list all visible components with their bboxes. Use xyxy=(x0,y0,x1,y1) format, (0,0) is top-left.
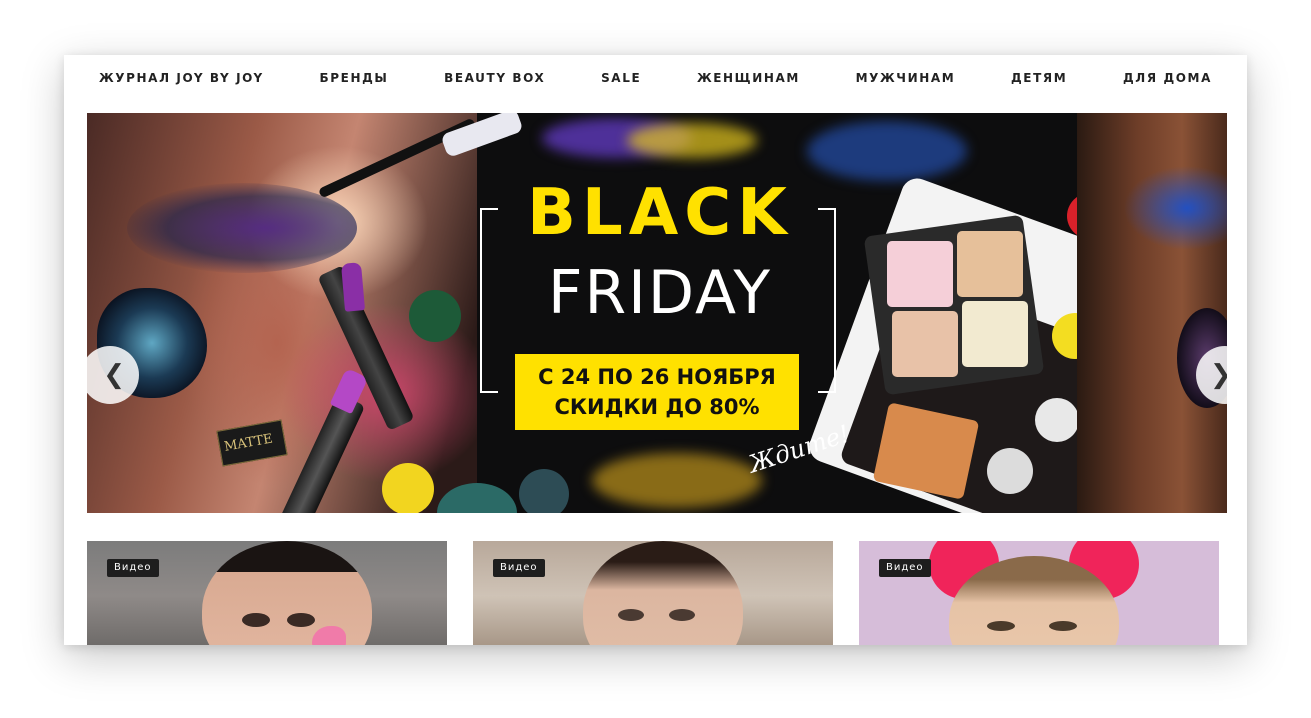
promo-discount-line: СКИДКИ ДО 80% xyxy=(554,395,760,419)
eye-decoration xyxy=(287,613,315,627)
nav-item-kids[interactable]: ДЕТЯМ xyxy=(1011,71,1067,85)
main-nav: ЖУРНАЛ JOY BY JOY БРЕНДЫ BEAUTY BOX SALE… xyxy=(64,55,1247,101)
chevron-left-icon: ❮ xyxy=(103,360,125,390)
video-card[interactable]: Видео xyxy=(859,541,1219,645)
chevron-right-icon: ❯ xyxy=(1210,360,1227,390)
nav-item-brands[interactable]: БРЕНДЫ xyxy=(320,71,389,85)
eye-decoration xyxy=(987,621,1015,631)
video-badge: Видео xyxy=(107,559,159,577)
video-cards-row: Видео Видео Видео xyxy=(87,541,1227,645)
promo-title-friday: FRIDAY xyxy=(547,258,773,328)
powder-splash xyxy=(627,123,757,158)
video-thumbnail-image xyxy=(202,541,372,645)
nav-item-men[interactable]: МУЖЧИНАМ xyxy=(856,71,956,85)
video-card[interactable]: Видео xyxy=(473,541,833,645)
palette-pan xyxy=(957,231,1023,297)
eye-decoration xyxy=(618,609,644,621)
page-frame: ЖУРНАЛ JOY BY JOY БРЕНДЫ BEAUTY BOX SALE… xyxy=(64,55,1247,645)
video-thumbnail-image xyxy=(583,541,743,645)
nav-item-home[interactable]: ДЛЯ ДОМА xyxy=(1123,71,1212,85)
hero-banner[interactable]: MATTE BLACK FRIDAY С 24 ПО 26 НОЯБРЯ СКИ… xyxy=(87,113,1227,513)
promo-title-black: BLACK xyxy=(527,176,793,250)
palette-pan xyxy=(892,311,958,377)
eyeshadow-puck xyxy=(1035,398,1079,442)
eye-decoration xyxy=(242,613,270,627)
nav-item-sale[interactable]: SALE xyxy=(601,71,641,85)
promo-date-box: С 24 ПО 26 НОЯБРЯ СКИДКИ ДО 80% xyxy=(515,354,799,430)
nav-item-journal[interactable]: ЖУРНАЛ JOY BY JOY xyxy=(99,71,264,85)
eye-decoration xyxy=(1049,621,1077,631)
palette-pan xyxy=(962,301,1028,367)
nav-item-beauty-box[interactable]: BEAUTY BOX xyxy=(444,71,545,85)
eyeshadow-puck xyxy=(409,290,461,342)
video-badge: Видео xyxy=(879,559,931,577)
lipstick-tip-image xyxy=(340,262,366,312)
eyeshadow-puck xyxy=(382,463,434,513)
video-badge: Видео xyxy=(493,559,545,577)
eyeshadow-puck xyxy=(519,469,569,513)
powder-splash xyxy=(807,121,967,181)
video-card[interactable]: Видео xyxy=(87,541,447,645)
nav-item-women[interactable]: ЖЕНЩИНАМ xyxy=(697,71,800,85)
eye-decoration xyxy=(669,609,695,621)
eyeshadow-puck xyxy=(987,448,1033,494)
palette-pan xyxy=(887,241,953,307)
powder-splash xyxy=(592,453,762,508)
promo-date-line: С 24 ПО 26 НОЯБРЯ xyxy=(538,365,776,389)
